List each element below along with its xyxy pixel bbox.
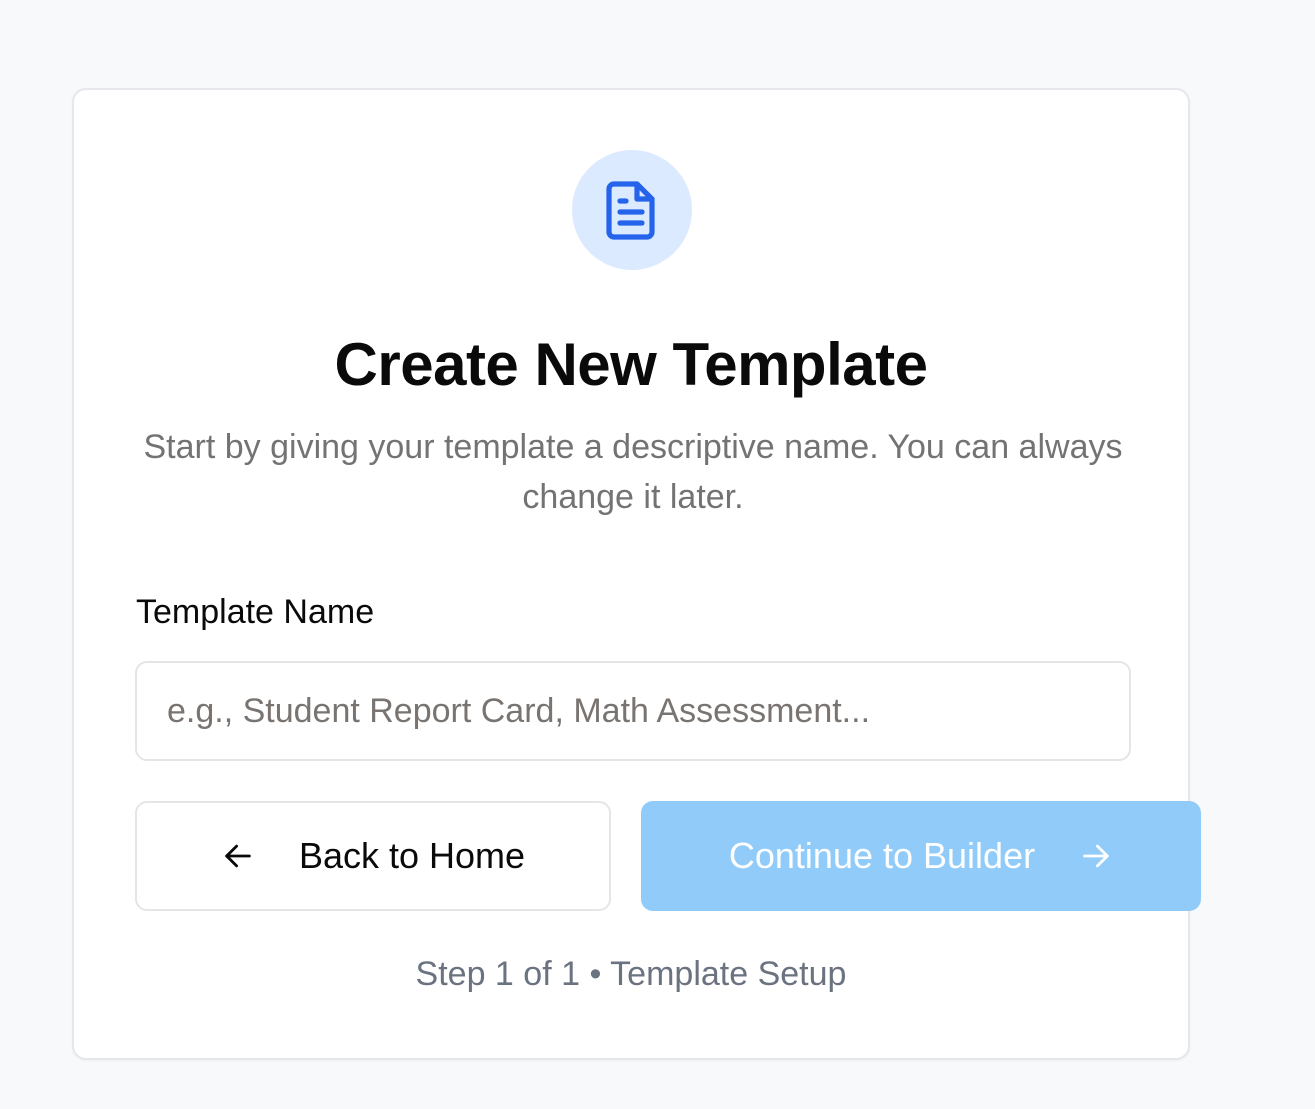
back-to-home-label: Back to Home	[298, 835, 526, 876]
document-icon-badge	[572, 150, 692, 270]
arrow-left-icon	[221, 839, 255, 873]
step-indicator: Step 1 of 1 • Template Setup	[415, 955, 847, 993]
template-name-label: Template Name	[136, 593, 375, 631]
page-subtitle: Start by giving your template a descript…	[143, 428, 1123, 516]
document-icon	[606, 179, 658, 241]
back-to-home-button[interactable]: Back to Home	[135, 801, 611, 911]
arrow-right-icon	[1079, 839, 1113, 873]
continue-to-builder-label: Continue to Builder	[728, 835, 1036, 876]
page-title: Create New Template	[334, 331, 928, 398]
create-template-card: Create New Template Start by giving your…	[72, 88, 1201, 1060]
continue-to-builder-button[interactable]: Continue to Builder	[641, 801, 1201, 911]
template-name-input[interactable]	[135, 661, 1131, 761]
